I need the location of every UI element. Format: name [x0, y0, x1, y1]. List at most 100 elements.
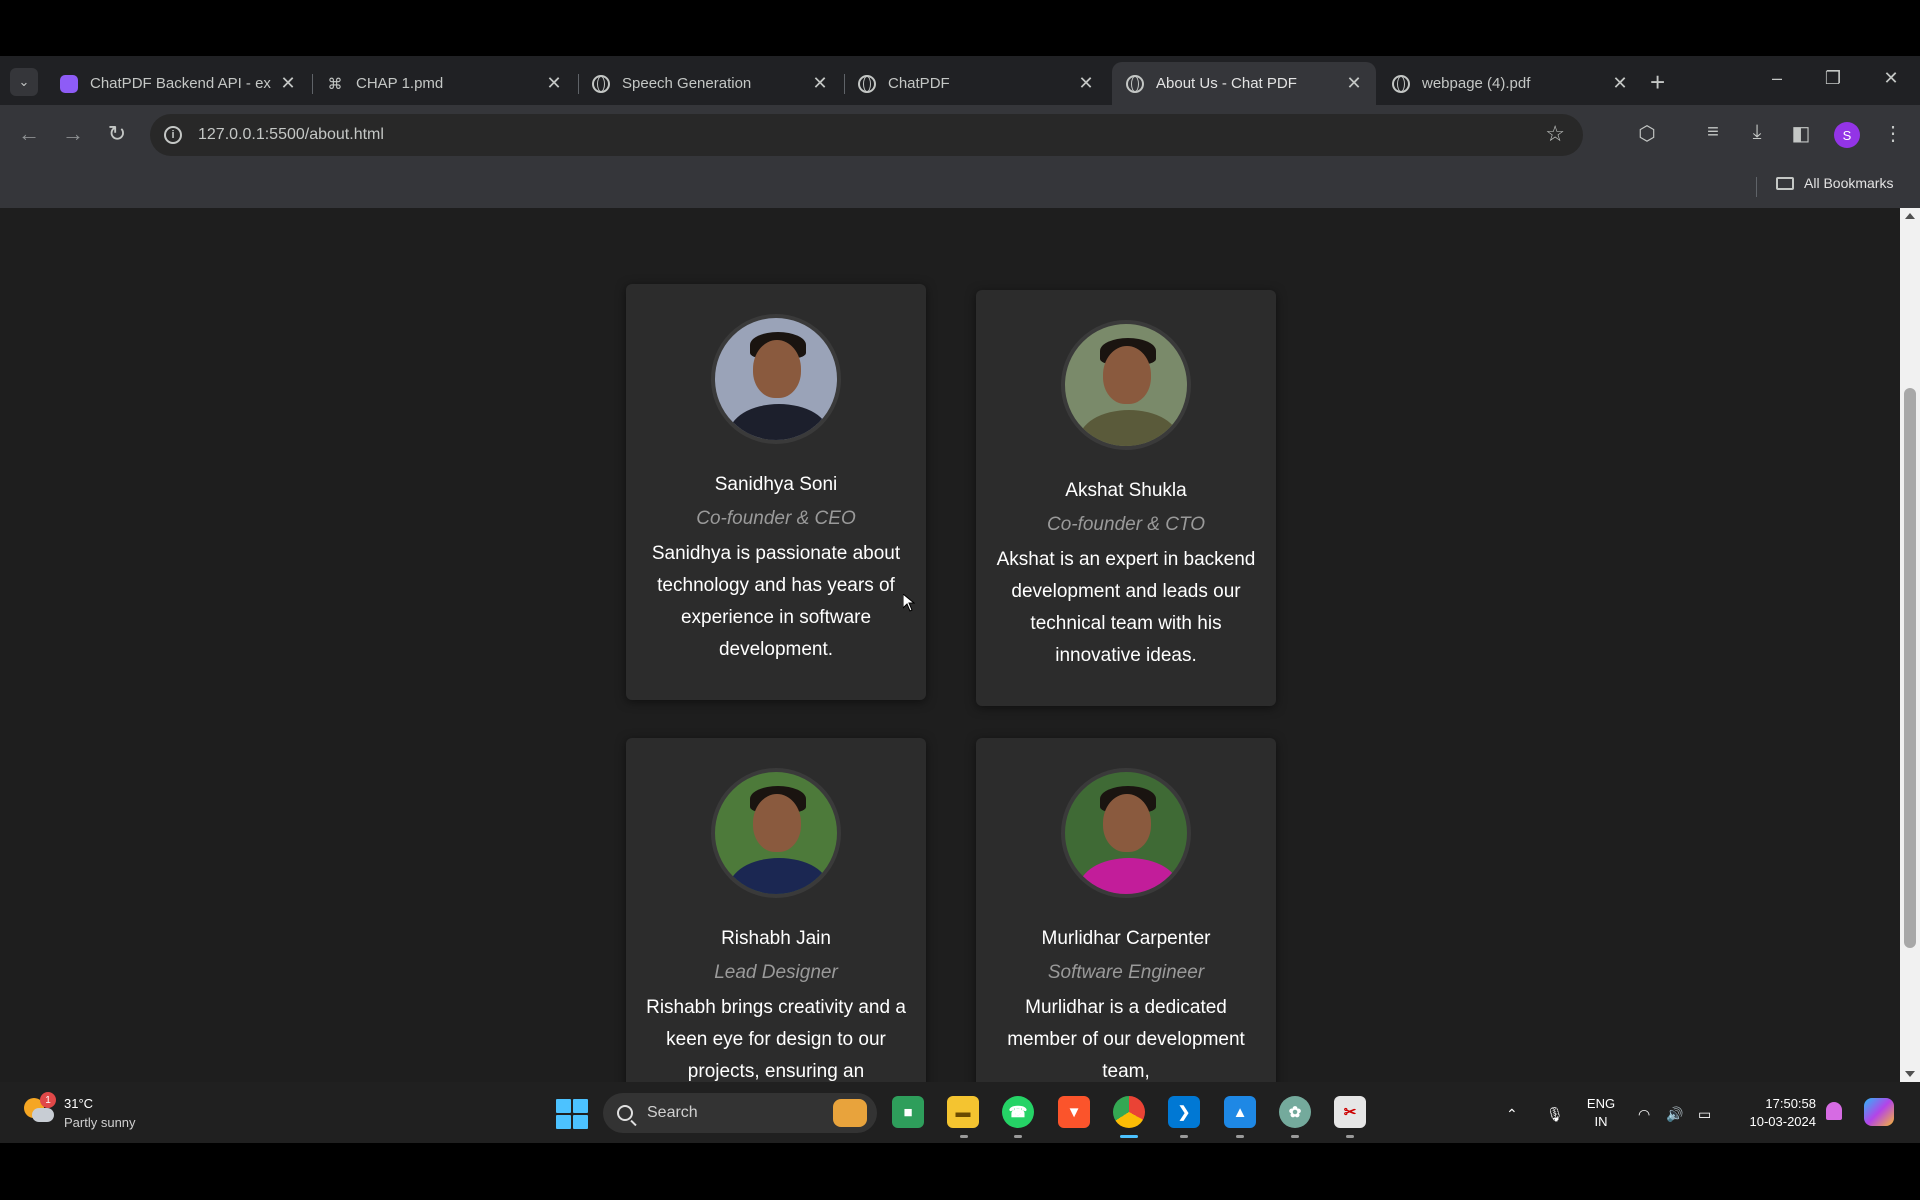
side-panel-icon[interactable]: ◧ — [1786, 121, 1816, 146]
team-member-photo — [1061, 768, 1191, 898]
weather-badge: 1 — [40, 1092, 56, 1108]
brave-icon[interactable]: ▼ — [1058, 1096, 1090, 1128]
mouse-cursor-icon — [902, 592, 916, 617]
close-icon[interactable]: ✕ — [1344, 73, 1364, 94]
photos-icon[interactable]: ▲ — [1224, 1096, 1256, 1128]
restore-icon[interactable]: ❐ — [1818, 68, 1848, 89]
notification-bell-icon[interactable] — [1826, 1102, 1842, 1120]
chatgpt-icon[interactable]: ✿ — [1279, 1096, 1311, 1128]
team-member-photo — [1061, 320, 1191, 450]
folder-icon — [1776, 176, 1794, 190]
taskbar-search[interactable]: Search — [603, 1093, 877, 1133]
tab-about-us[interactable]: About Us - Chat PDF ✕ — [1112, 62, 1376, 105]
active-indicator — [1120, 1135, 1138, 1138]
language-region[interactable]: IN — [1582, 1114, 1620, 1129]
team-member-photo — [711, 768, 841, 898]
bookmark-star-icon[interactable]: ☆ — [1545, 121, 1565, 147]
team-member-name: Akshat Shukla — [1065, 480, 1187, 501]
tab-speech-generation[interactable]: Speech Generation ✕ — [578, 62, 842, 105]
forward-arrow-icon[interactable]: → — [58, 121, 88, 147]
language-code[interactable]: ENG — [1582, 1096, 1620, 1111]
new-tab-button[interactable]: + — [1650, 69, 1665, 95]
address-bar[interactable]: i 127.0.0.1:5500/about.html ☆ — [150, 114, 1583, 156]
battery-icon[interactable]: ▭ — [1698, 1106, 1711, 1123]
close-icon[interactable]: ✕ — [1610, 73, 1630, 94]
tab-title: ChatPDF Backend API - ex — [90, 75, 271, 92]
window-close-icon[interactable]: ✕ — [1876, 68, 1906, 89]
minimize-icon[interactable]: – — [1762, 68, 1792, 89]
tab-title: Speech Generation — [622, 75, 752, 92]
team-member-bio: Akshat is an expert in backend developme… — [996, 549, 1256, 666]
download-icon[interactable]: ⤓ — [1742, 121, 1772, 144]
tab-chap1[interactable]: ⌘ CHAP 1.pmd ✕ — [312, 62, 576, 105]
chevron-up-icon[interactable]: ⌃ — [1506, 1106, 1518, 1123]
copilot-icon[interactable] — [1864, 1098, 1894, 1126]
windows-start-icon[interactable] — [556, 1099, 588, 1129]
team-card: Rishabh Jain Lead Designer Rishabh bring… — [626, 738, 926, 1082]
team-member-role: Co-founder & CEO — [696, 508, 856, 529]
tab-chatpdf[interactable]: ChatPDF ✕ — [844, 62, 1108, 105]
tab-search-button[interactable]: ⌄ — [10, 68, 38, 96]
close-icon[interactable]: ✕ — [1076, 73, 1096, 94]
close-icon[interactable]: ✕ — [810, 73, 830, 94]
running-indicator — [1180, 1135, 1188, 1138]
bookmarks-bar: All Bookmarks — [0, 165, 1920, 208]
all-bookmarks-button[interactable]: All Bookmarks — [1776, 175, 1893, 191]
meet-app-icon[interactable]: ■ — [892, 1096, 924, 1128]
letterbox-bottom — [0, 1143, 1920, 1200]
page-scrollbar[interactable] — [1900, 208, 1920, 1082]
file-explorer-icon[interactable]: ▬ — [947, 1096, 979, 1128]
extensions-icon[interactable]: ⬡ — [1632, 121, 1662, 146]
media-control-icon[interactable]: ≡ — [1698, 121, 1728, 144]
running-indicator — [960, 1135, 968, 1138]
team-member-role: Lead Designer — [714, 962, 838, 983]
document-icon: ⌘ — [327, 75, 343, 93]
search-icon — [617, 1105, 633, 1121]
vscode-icon[interactable]: ❯ — [1168, 1096, 1200, 1128]
team-member-bio: Murlidhar is a dedicated member of our d… — [1007, 997, 1245, 1082]
team-member-name: Rishabh Jain — [721, 928, 831, 949]
close-icon[interactable]: ✕ — [544, 73, 564, 94]
profile-avatar[interactable]: S — [1834, 122, 1860, 148]
tab-chatpdf-backend[interactable]: ChatPDF Backend API - ex ✕ — [46, 62, 310, 105]
team-member-bio: Rishabh brings creativity and a keen eye… — [646, 997, 906, 1082]
tab-title: ChatPDF — [888, 75, 950, 92]
taskbar: 1 31°C Partly sunny Search ■ ▬ ☎ ▼ ❯ ▲ ✿… — [0, 1082, 1920, 1143]
tab-title: webpage (4).pdf — [1422, 75, 1531, 92]
clock-date[interactable]: 10-03-2024 — [1736, 1114, 1817, 1129]
tab-strip: ⌄ ChatPDF Backend API - ex ✕ ⌘ CHAP 1.pm… — [0, 56, 1920, 105]
clock-time[interactable]: 17:50:58 — [1736, 1096, 1816, 1111]
microphone-icon[interactable]: 🎙 — [1546, 1106, 1564, 1123]
wifi-icon[interactable]: ◠ — [1638, 1106, 1650, 1123]
chrome-icon[interactable] — [1113, 1096, 1145, 1128]
scroll-up-icon[interactable] — [1905, 213, 1915, 219]
site-info-icon[interactable]: i — [164, 126, 182, 144]
globe-icon — [592, 74, 610, 93]
tab-webpage-pdf[interactable]: webpage (4).pdf ✕ — [1378, 62, 1642, 105]
volume-icon[interactable]: 🔊 — [1666, 1106, 1683, 1123]
weather-temperature[interactable]: 31°C — [64, 1096, 93, 1111]
reload-icon[interactable]: ↻ — [102, 121, 132, 147]
weather-description[interactable]: Partly sunny — [64, 1115, 136, 1130]
running-indicator — [1346, 1135, 1354, 1138]
scrollbar-thumb[interactable] — [1904, 388, 1916, 948]
whatsapp-icon[interactable]: ☎ — [1002, 1096, 1034, 1128]
menu-dots-icon[interactable]: ⋮ — [1878, 121, 1908, 146]
running-indicator — [1291, 1135, 1299, 1138]
scroll-down-icon[interactable] — [1905, 1071, 1915, 1077]
team-card: Sanidhya Soni Co-founder & CEO Sanidhya … — [626, 284, 926, 700]
team-card: Murlidhar Carpenter Software Engineer Mu… — [976, 738, 1276, 1082]
back-arrow-icon[interactable]: ← — [14, 121, 44, 147]
screen: ⌄ ChatPDF Backend API - ex ✕ ⌘ CHAP 1.pm… — [0, 0, 1920, 1200]
team-member-bio: Sanidhya is passionate about technology … — [651, 543, 901, 660]
snipping-tool-icon[interactable]: ✂ — [1334, 1096, 1366, 1128]
team-member-role: Software Engineer — [1047, 962, 1205, 983]
search-highlight-icon — [833, 1099, 867, 1127]
url-text[interactable]: 127.0.0.1:5500/about.html — [198, 126, 384, 144]
globe-icon — [1126, 74, 1144, 93]
team-member-role: Co-founder & CTO — [1046, 514, 1206, 535]
close-icon[interactable]: ✕ — [278, 73, 298, 94]
team-member-name: Murlidhar Carpenter — [1041, 928, 1211, 949]
tab-title: CHAP 1.pmd — [356, 75, 444, 92]
tab-title: About Us - Chat PDF — [1156, 75, 1297, 92]
